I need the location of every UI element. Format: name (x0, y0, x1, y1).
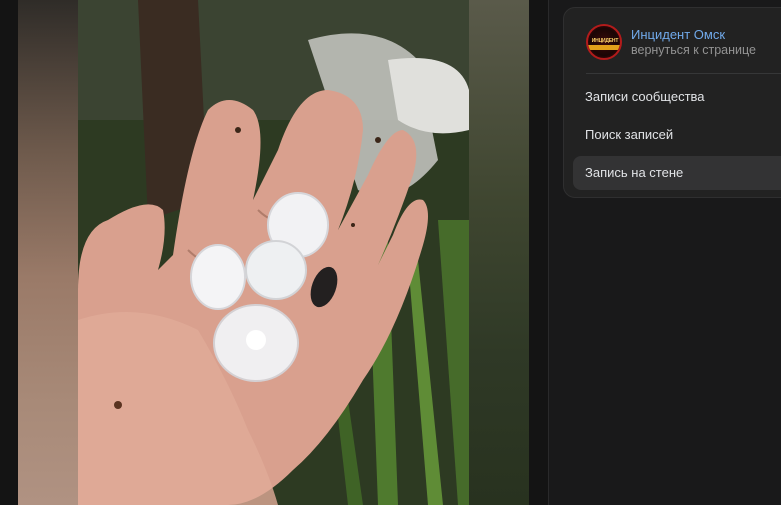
menu-item-search-posts[interactable]: Поиск записей (573, 118, 781, 152)
post-photo[interactable] (78, 0, 469, 505)
group-header[interactable]: ИНЦИДЕНТ Инцидент Омск вернуться к стран… (586, 24, 756, 60)
group-meta: Инцидент Омск вернуться к странице (631, 27, 756, 58)
card-divider (586, 73, 781, 74)
viewer-gap (529, 0, 548, 505)
back-to-page-link[interactable]: вернуться к странице (631, 42, 756, 58)
photo-blur-left (18, 0, 78, 505)
avatar-logo-text: ИНЦИДЕНТ (591, 38, 619, 44)
menu-item-community-posts[interactable]: Записи сообщества (573, 80, 781, 114)
menu-item-wall-post[interactable]: Запись на стене (573, 156, 781, 190)
hailstones-in-hand-image (78, 0, 469, 505)
group-name-link[interactable]: Инцидент Омск (631, 27, 756, 42)
group-avatar[interactable]: ИНЦИДЕНТ (586, 24, 622, 60)
avatar-band (588, 45, 620, 50)
photo-viewer (0, 0, 548, 505)
photo-blur-right (469, 0, 529, 505)
group-navigation-card: ИНЦИДЕНТ Инцидент Омск вернуться к стран… (563, 7, 781, 198)
